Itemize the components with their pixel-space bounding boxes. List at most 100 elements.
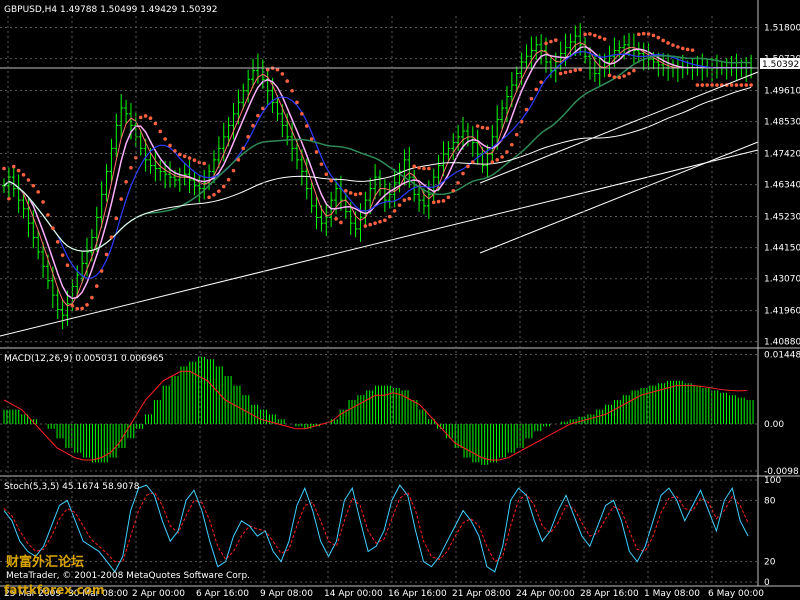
sar-dot	[441, 199, 446, 203]
sar-dot	[602, 37, 607, 41]
sar-dot	[348, 191, 353, 195]
last-price-text: 1.50392	[762, 60, 799, 70]
sar-dot	[256, 113, 260, 118]
stoch-tick-label: 100	[764, 476, 781, 486]
sar-dot	[632, 68, 636, 73]
sar-dot	[217, 189, 221, 193]
sar-dot	[187, 156, 192, 160]
sar-dot	[148, 116, 153, 120]
price-tick-label: 1.41960	[764, 307, 800, 317]
sar-dot	[36, 190, 40, 194]
sar-dot	[177, 152, 182, 157]
sar-dot	[319, 162, 324, 166]
sar-dot	[680, 46, 685, 51]
sar-dot	[344, 188, 348, 193]
sar-dot	[451, 188, 456, 193]
sar-dot	[739, 83, 744, 87]
sar-dot	[241, 146, 246, 151]
macd-label: MACD(12,26,9) 0.005031 0.006965	[4, 354, 164, 364]
macd-panel: 0.0144860.00-0.0098	[0, 350, 800, 477]
sar-dot	[153, 121, 158, 126]
sar-dot	[285, 79, 290, 83]
sar-dot	[558, 71, 563, 76]
sar-dot	[661, 38, 666, 43]
sar-dot	[637, 32, 641, 37]
trend-channel-lower	[479, 141, 759, 254]
sar-dot	[534, 87, 539, 92]
sar-dot	[490, 160, 495, 164]
sar-dot	[129, 165, 133, 170]
sar-dot	[304, 124, 309, 128]
sar-dot	[407, 196, 412, 201]
time-tick-label: 9 Apr 08:00	[260, 589, 313, 599]
stoch-tick-label: 20	[764, 558, 776, 568]
price-tick-label: 1.49610	[764, 87, 800, 97]
sar-dot	[431, 200, 436, 205]
sar-dot	[2, 166, 6, 171]
time-tick-label: 1 May 08:00	[644, 589, 700, 599]
sar-dot	[295, 100, 299, 105]
sar-dot	[94, 284, 99, 288]
sar-dot	[168, 143, 172, 148]
sar-dot	[21, 173, 26, 177]
sar-dot	[749, 83, 753, 87]
time-tick-label: 16 Apr 16:00	[388, 589, 447, 599]
sar-dot	[339, 220, 343, 225]
time-tick-label: 28 Apr 16:00	[580, 589, 639, 599]
price-tick-label: 1.45230	[764, 213, 800, 223]
sar-dot	[202, 161, 207, 166]
sar-dot	[109, 235, 114, 239]
sar-dot	[456, 181, 460, 185]
sar-dot	[397, 203, 402, 207]
sar-dot	[529, 96, 534, 101]
sar-dot	[422, 166, 426, 171]
price-tick-label: 1.43070	[764, 275, 800, 285]
trend-channel-upper	[479, 71, 759, 184]
sar-dot	[226, 177, 231, 182]
sar-dot	[221, 184, 226, 189]
sar-dot	[80, 306, 84, 311]
price-tick-label: 1.44150	[764, 244, 800, 254]
ma-white	[3, 86, 752, 252]
time-tick-label: 14 Apr 00:00	[324, 589, 383, 599]
sar-dot	[685, 47, 690, 52]
sar-dot	[412, 164, 416, 169]
sar-dot	[553, 38, 558, 42]
time-tick-label: 6 May 00:00	[708, 589, 764, 599]
macd-tick-label: 0.00	[764, 420, 784, 430]
trendline-long	[0, 149, 759, 337]
price-tick-label: 1.48530	[764, 118, 800, 128]
sar-dot	[549, 39, 553, 44]
sar-dot	[99, 269, 104, 273]
sar-dot	[51, 226, 55, 230]
sar-dot	[583, 32, 587, 37]
sar-dot	[427, 166, 431, 171]
sar-dot	[46, 213, 50, 217]
stoch-label: Stoch(5,3,5) 45.1674 58.9078	[4, 482, 140, 492]
sar-dot	[363, 224, 368, 228]
sar-dot	[573, 68, 578, 73]
watermark-url: fattkforex.com	[4, 583, 104, 597]
sar-dot	[495, 158, 499, 162]
sar-dot	[251, 123, 255, 128]
sar-dot	[246, 135, 250, 139]
ma-fast-red	[3, 42, 752, 307]
sar-dot	[568, 69, 573, 74]
stoch-signal-line	[3, 491, 749, 563]
sar-dot	[744, 83, 749, 87]
sar-dot	[480, 125, 485, 130]
sar-dot	[65, 263, 70, 268]
sar-dot	[734, 83, 739, 87]
sar-dot	[300, 112, 304, 116]
sar-dot	[163, 137, 167, 141]
sar-dot	[597, 35, 602, 40]
time-tick-label: 6 Apr 16:00	[196, 589, 249, 599]
sar-dot	[475, 124, 480, 128]
sar-dot	[280, 72, 285, 76]
sar-dot	[436, 199, 441, 204]
sar-dot	[505, 150, 509, 154]
sar-dot	[607, 73, 612, 78]
sar-dot	[539, 80, 543, 84]
sar-dot	[41, 200, 45, 204]
sar-dot	[231, 168, 236, 173]
